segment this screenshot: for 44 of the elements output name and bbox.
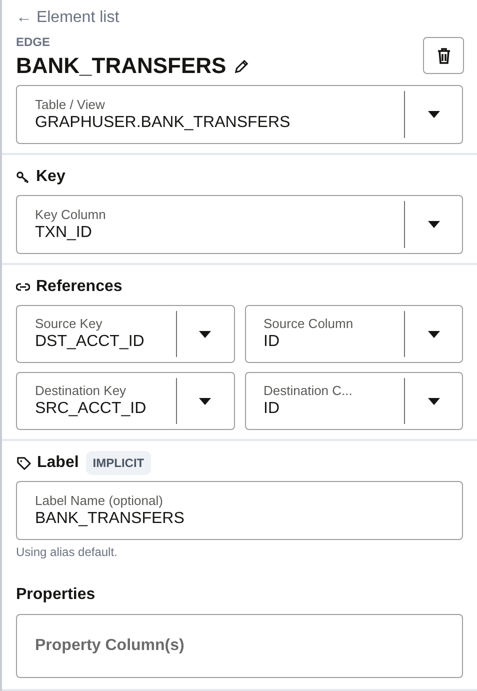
caret-icon	[428, 221, 440, 228]
caret-icon	[428, 330, 440, 338]
input-field[interactable]: Label Name (optional) BANK_TRANSFERS	[16, 481, 463, 540]
link-icon	[16, 282, 30, 292]
field-label: Destination Key	[35, 383, 128, 399]
caret-icon	[428, 111, 440, 118]
field-value: ID	[264, 332, 280, 352]
select-field[interactable]: Destination C... ID	[244, 372, 463, 430]
helper-text: Using alias default.	[16, 544, 118, 560]
section-heading: References	[36, 277, 122, 297]
key-icon	[16, 171, 30, 183]
delete-button[interactable]	[423, 37, 464, 74]
select-field[interactable]: Source Key DST_ACCT_ID	[16, 305, 234, 363]
field-label: Destination C...	[264, 383, 354, 399]
select-field[interactable]: Table / View GRAPHUSER.BANK_TRANSFERS	[16, 85, 463, 144]
implicit-badge: IMPLICIT	[86, 451, 152, 475]
element-type: EDGE	[16, 35, 52, 49]
field-label: Table / View	[35, 96, 106, 112]
back-link[interactable]: ← Element list	[16, 8, 120, 28]
section-heading: Label	[37, 453, 79, 473]
field-value: DST_ACCT_ID	[35, 332, 146, 352]
pencil-icon[interactable]	[234, 58, 250, 74]
field-label: Source Key	[35, 316, 104, 332]
field-value: TXN_ID	[35, 222, 93, 242]
field-value: BANK_TRANSFERS	[35, 508, 186, 528]
trash-icon	[436, 48, 450, 64]
element-title: BANK_TRANSFERS	[16, 52, 226, 80]
field-value: ID	[264, 399, 280, 419]
section-heading: Properties	[16, 585, 96, 605]
field-value: SRC_ACCT_ID	[35, 399, 148, 419]
section-heading: Key	[36, 167, 66, 187]
caret-icon	[199, 330, 211, 338]
caret-icon	[428, 398, 440, 404]
select-field[interactable]: Source Column ID	[244, 305, 463, 363]
caret-icon	[199, 398, 211, 404]
placeholder-text: Property Column(s)	[35, 636, 184, 656]
select-field[interactable]: Destination Key SRC_ACCT_ID	[16, 372, 234, 430]
multi-select-field[interactable]: Property Column(s)	[16, 614, 463, 678]
tag-icon	[16, 456, 31, 470]
field-label: Label Name (optional)	[35, 492, 164, 508]
field-label: Key Column	[35, 206, 107, 222]
field-label: Source Column	[264, 316, 354, 332]
field-value: GRAPHUSER.BANK_TRANSFERS	[35, 112, 292, 132]
select-field[interactable]: Key Column TXN_ID	[16, 195, 463, 254]
